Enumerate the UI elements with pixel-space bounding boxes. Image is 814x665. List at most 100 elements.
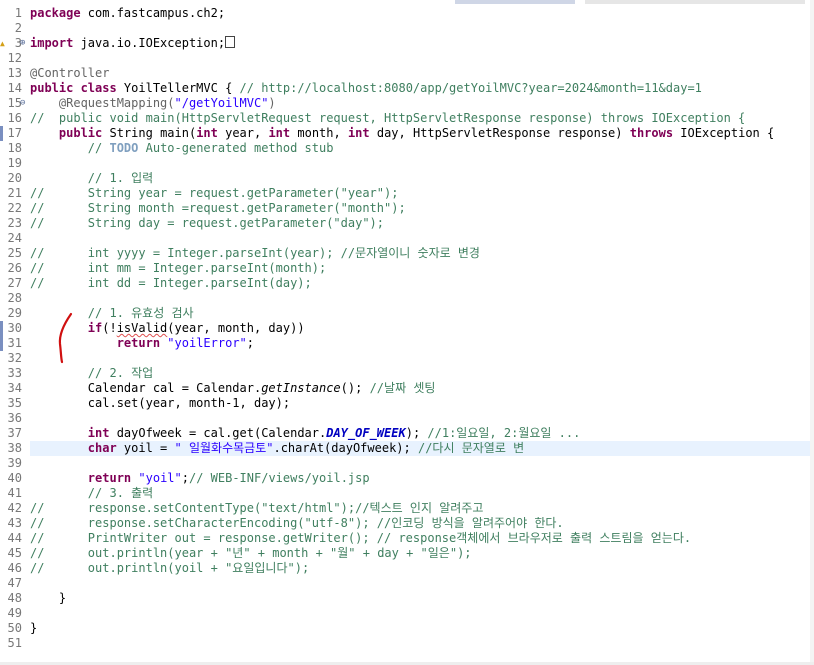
code-line[interactable]: // String day = request.getParameter("da… — [30, 216, 814, 231]
code-line[interactable]: return "yoilError"; — [30, 336, 814, 351]
code-line[interactable] — [30, 636, 814, 651]
code-line[interactable]: public String main(int year, int month, … — [30, 126, 814, 141]
code-token: getInstance — [261, 381, 341, 395]
code-line[interactable]: // public void main(HttpServletRequest r… — [30, 111, 814, 126]
code-line[interactable]: } — [30, 621, 814, 636]
code-line[interactable]: return "yoil";// WEB-INF/views/yoil.jsp — [30, 471, 814, 486]
fold-expand-icon[interactable]: ⊕ — [20, 36, 29, 51]
line-number: 22 — [7, 201, 22, 215]
overview-ruler[interactable] — [810, 0, 814, 665]
code-line[interactable]: if(!isValid(year, month, day)) — [30, 321, 814, 336]
line-number: 32 — [7, 351, 22, 365]
code-line[interactable] — [30, 156, 814, 171]
code-line[interactable] — [30, 606, 814, 621]
code-line[interactable]: // 1. 유효성 검사 — [30, 306, 814, 321]
code-line[interactable]: // PrintWriter out = response.getWriter(… — [30, 531, 814, 546]
code-line[interactable] — [30, 51, 814, 66]
code-token: // PrintWriter out = response.getWriter(… — [30, 531, 692, 545]
code-line[interactable] — [30, 411, 814, 426]
code-line[interactable]: // response.setCharacterEncoding("utf-8"… — [30, 516, 814, 531]
code-token: // 1. 입력 — [87, 171, 154, 185]
code-line[interactable] — [30, 291, 814, 306]
code-token: // 2. 작업 — [87, 366, 154, 380]
code-line[interactable]: // String year = request.getParameter("y… — [30, 186, 814, 201]
fold-collapse-icon[interactable]: ⊖ — [20, 96, 29, 111]
folded-import-box[interactable] — [225, 36, 236, 48]
code-token: // int mm = Integer.parseInt(month); — [30, 261, 327, 275]
line-number: 21 — [7, 186, 22, 200]
code-line[interactable]: // 3. 출력 — [30, 486, 814, 501]
line-number: 33 — [7, 366, 22, 380]
line-number: 43 — [7, 516, 22, 530]
code-token: //다시 문자열로 변 — [417, 441, 525, 455]
code-token: return — [116, 336, 161, 350]
code-line[interactable]: import java.io.IOException; — [30, 36, 814, 51]
code-line[interactable] — [30, 21, 814, 36]
code-line[interactable]: Calendar cal = Calendar.getInstance(); /… — [30, 381, 814, 396]
warning-icon[interactable]: ▲ — [0, 36, 7, 51]
code-token: (year, month, day)) — [167, 321, 305, 335]
code-token: import — [30, 36, 74, 50]
code-line[interactable]: // 1. 입력 — [30, 171, 814, 186]
code-token: // int dd = Integer.parseInt(day); — [30, 276, 312, 290]
code-line[interactable]: @RequestMapping("/getYoilMVC") — [30, 96, 814, 111]
code-token: yoil = — [116, 441, 175, 455]
code-line[interactable]: // String month =request.getParameter("m… — [30, 201, 814, 216]
change-marker — [0, 336, 3, 351]
code-token: // http://localhost:8080/app/getYoilMVC?… — [239, 81, 702, 95]
code-token: isValid — [116, 321, 168, 335]
line-number: 39 — [7, 456, 22, 470]
line-number: 26 — [7, 261, 22, 275]
code-token: } — [30, 591, 67, 605]
code-token: if — [87, 321, 103, 335]
code-line[interactable]: cal.set(year, month-1, day); — [30, 396, 814, 411]
code-token: // 1. 유효성 검사 — [87, 306, 194, 320]
code-line[interactable]: // out.println(year + "년" + month + "월" … — [30, 546, 814, 561]
code-line[interactable]: // int yyyy = Integer.parseInt(year); //… — [30, 246, 814, 261]
code-token: int — [196, 126, 218, 140]
code-line[interactable]: // response.setContentType("text/html");… — [30, 501, 814, 516]
line-number: 51 — [7, 636, 22, 650]
code-line[interactable]: @Controller — [30, 66, 814, 81]
code-line[interactable]: // int dd = Integer.parseInt(day); — [30, 276, 814, 291]
code-line[interactable] — [30, 456, 814, 471]
code-line[interactable]: public class YoilTellerMVC { // http://l… — [30, 81, 814, 96]
line-number: 17 — [7, 126, 22, 140]
line-number: 14 — [7, 81, 22, 95]
code-line[interactable]: } — [30, 591, 814, 606]
code-token: int — [347, 126, 370, 140]
change-marker — [0, 321, 3, 336]
line-number: 28 — [7, 291, 22, 305]
line-number: 20 — [7, 171, 22, 185]
line-number: 2 — [14, 21, 22, 35]
code-line[interactable]: // TODO Auto-generated method stub — [30, 141, 814, 156]
current-code-line[interactable]: char yoil = " 일월화수목금토".charAt(dayOfweek)… — [30, 441, 814, 456]
code-line[interactable]: package com.fastcampus.ch2; — [30, 6, 814, 21]
code-token: // int yyyy = Integer.parseInt(year); //… — [30, 246, 480, 260]
code-token: // WEB-INF/views/yoil.jsp — [188, 471, 370, 485]
change-marker — [0, 126, 3, 141]
code-line[interactable] — [30, 576, 814, 591]
code-line[interactable] — [30, 351, 814, 366]
code-line[interactable]: // out.println(yoil + "요일입니다"); — [30, 561, 814, 576]
code-token: int — [268, 126, 291, 140]
code-editor[interactable]: package com.fastcampus.ch2; import java.i… — [30, 0, 814, 665]
line-number: 31 — [7, 336, 22, 350]
code-line[interactable] — [30, 231, 814, 246]
code-line[interactable]: int dayOfweek = cal.get(Calendar.DAY_OF_… — [30, 426, 814, 441]
code-token: Auto-generated method stub — [138, 141, 334, 155]
code-token: cal.set(year, month-1, day); — [30, 396, 291, 410]
code-token: public class — [30, 81, 117, 95]
code-token: " 일월화수목금토" — [174, 441, 274, 455]
code-token: // out.println(year + "년" + month + "월" … — [30, 546, 472, 560]
code-token: @Controller — [30, 66, 110, 80]
code-line[interactable]: // 2. 작업 — [30, 366, 814, 381]
code-line[interactable]: // int mm = Integer.parseInt(month); — [30, 261, 814, 276]
